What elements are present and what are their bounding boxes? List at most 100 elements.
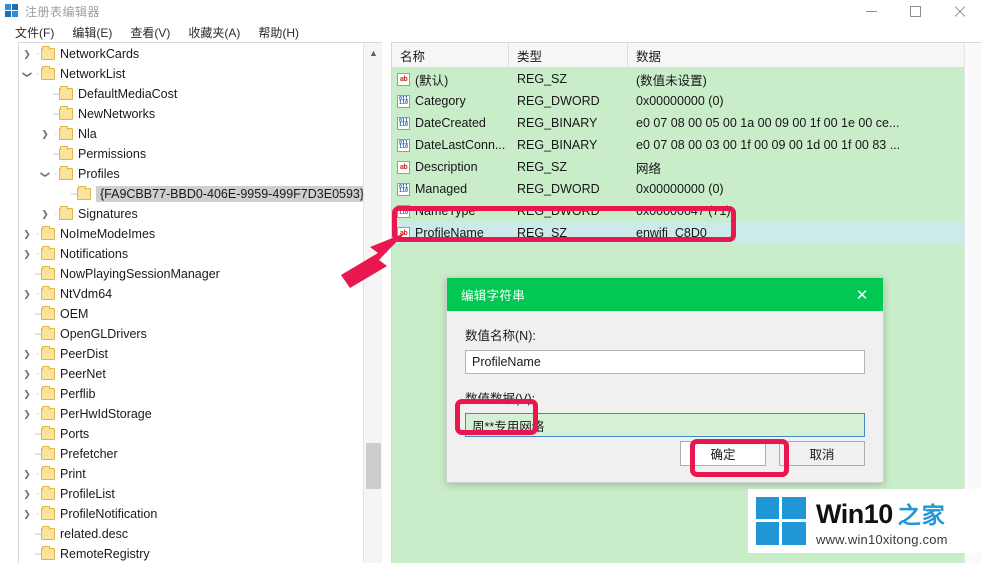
tree-item[interactable]: – NowPlayingSessionManager — [19, 264, 363, 284]
tree-item[interactable]: – Permissions — [19, 144, 363, 164]
registry-tree[interactable]: ❯ · NetworkCards ❯ · NetworkList – DefaultMedia… — [19, 43, 363, 563]
value-type-cell: REG_BINARY — [517, 116, 598, 130]
binary-value-icon: 011 110 — [397, 204, 410, 218]
chevron-up-icon[interactable]: ▲ — [364, 43, 382, 62]
chevron-right-icon[interactable]: ❯ — [19, 389, 35, 400]
menu-item-help[interactable]: 帮助(H) — [249, 22, 308, 43]
column-header-data[interactable]: 数据 — [628, 43, 981, 67]
table-row[interactable]: 011 110 DateCreated REG_BINARY e0 07 08 00 0… — [392, 112, 981, 134]
menu-item-view[interactable]: 查看(V) — [121, 22, 179, 43]
chevron-right-icon[interactable]: ❯ — [19, 49, 35, 60]
tree-item[interactable]: ❯ · PerHwIdStorage — [19, 404, 363, 424]
table-row[interactable]: 011 110 NameType REG_DWORD 0x00000047 (71) — [392, 200, 981, 222]
registry-editor-icon — [5, 4, 19, 18]
table-row[interactable]: ab (默认) REG_SZ (数值未设置) — [392, 68, 981, 90]
minimize-button[interactable] — [849, 0, 893, 22]
chevron-right-icon[interactable]: ❯ — [19, 469, 35, 480]
tree-item[interactable]: ❯ · Perflib — [19, 384, 363, 404]
values-list[interactable]: ab (默认) REG_SZ (数值未设置) 011 110 Category REG_DWO… — [392, 68, 981, 244]
chevron-right-icon[interactable]: ❯ — [37, 209, 53, 220]
folder-icon — [41, 66, 55, 80]
values-scrollbar[interactable] — [964, 43, 981, 563]
column-header-type[interactable]: 类型 — [509, 43, 628, 67]
tree-item[interactable]: ❯ · NtVdm64 — [19, 284, 363, 304]
tree-item-label: Print — [60, 466, 86, 481]
folder-icon — [41, 346, 55, 360]
chevron-right-icon[interactable]: ❯ — [19, 509, 35, 520]
tree-item-label: NewNetworks — [78, 106, 156, 121]
cancel-button[interactable]: 取消 — [779, 441, 865, 466]
tree-item-label: RemoteRegistry — [60, 546, 150, 561]
tree-item[interactable]: – {FA9CBB77-BBD0-406E-9959-499F7D3E0593} — [19, 184, 363, 204]
dialog-title: 编辑字符串 — [461, 289, 526, 303]
value-name-cell: 011 110 Managed — [392, 182, 509, 196]
tree-item[interactable]: – related.desc — [19, 524, 363, 544]
tree-item-label: NowPlayingSessionManager — [60, 266, 220, 281]
column-header-name[interactable]: 名称 — [392, 43, 509, 67]
chevron-right-icon[interactable]: ❯ — [19, 349, 35, 360]
tree-item[interactable]: – Prefetcher — [19, 444, 363, 464]
chevron-down-icon[interactable]: ❯ — [22, 66, 33, 82]
tree-item[interactable]: ❯ · Notifications — [19, 244, 363, 264]
tree-item[interactable]: ❯ · Profiles — [19, 164, 363, 184]
dialog-close-button[interactable]: ✕ — [841, 278, 883, 311]
tree-item[interactable]: ❯ · PeerNet — [19, 364, 363, 384]
tree-item[interactable]: ❯ · PeerDist — [19, 344, 363, 364]
chevron-right-icon[interactable]: ❯ — [37, 129, 53, 140]
tree-item[interactable]: – OEM — [19, 304, 363, 324]
chevron-right-icon[interactable]: ❯ — [19, 489, 35, 500]
table-row[interactable]: 011 110 DateLastConn... REG_BINARY e0 07 08 … — [392, 134, 981, 156]
tree-scrollbar-thumb[interactable] — [366, 443, 381, 489]
chevron-down-icon[interactable]: ❯ — [40, 166, 51, 182]
folder-icon — [41, 486, 55, 500]
value-name-text: (默认) — [415, 73, 449, 88]
tree-item[interactable]: – NewNetworks — [19, 104, 363, 124]
folder-icon — [41, 446, 55, 460]
tree-item[interactable]: ❯ · Signatures — [19, 204, 363, 224]
tree-item[interactable]: ❯ · ProfileNotification — [19, 504, 363, 524]
close-button[interactable] — [937, 0, 981, 22]
tree-item[interactable]: ❯ · NetworkCards — [19, 44, 363, 64]
watermark-brand: Win10 — [816, 498, 893, 529]
tree-item-label: NetworkList — [60, 66, 126, 81]
tree-item-label: PerHwIdStorage — [60, 406, 152, 421]
tree-item-label: Permissions — [78, 146, 147, 161]
chevron-right-icon[interactable]: ❯ — [19, 229, 35, 240]
tree-item[interactable]: – RemoteRegistry — [19, 544, 363, 563]
tree-scrollbar[interactable]: ▲ — [363, 43, 382, 563]
table-row[interactable]: ab Description REG_SZ 网络 — [392, 156, 981, 178]
chevron-right-icon[interactable]: ❯ — [19, 249, 35, 260]
tree-item[interactable]: ❯ · ProfileList — [19, 484, 363, 504]
value-name-text: DateCreated — [415, 116, 486, 130]
menu-item-favorites[interactable]: 收藏夹(A) — [179, 22, 249, 43]
value-data-cell: (数值未设置) — [636, 73, 707, 88]
tree-item[interactable]: ❯ · Nla — [19, 124, 363, 144]
ok-button[interactable]: 确定 — [680, 441, 766, 466]
table-row[interactable]: 011 110 Category REG_DWORD 0x00000000 (0) — [392, 90, 981, 112]
folder-icon — [41, 426, 55, 440]
tree-item-label: {FA9CBB77-BBD0-406E-9959-499F7D3E0593} — [96, 185, 363, 203]
chevron-right-icon[interactable]: ❯ — [19, 289, 35, 300]
menu-item-file[interactable]: 文件(F) — [6, 22, 63, 43]
folder-icon — [41, 306, 55, 320]
table-row[interactable]: ab ProfileName REG_SZ enwifi_C8D0 — [392, 222, 981, 244]
maximize-button[interactable] — [893, 0, 937, 22]
folder-icon — [41, 546, 55, 560]
tree-item[interactable]: – Ports — [19, 424, 363, 444]
tree-item[interactable]: – DefaultMediaCost — [19, 84, 363, 104]
tree-item[interactable]: – OpenGLDrivers — [19, 324, 363, 344]
value-name-input[interactable]: ProfileName — [465, 350, 865, 374]
value-data-cell: 0x00000000 (0) — [636, 182, 724, 196]
chevron-right-icon[interactable]: ❯ — [19, 409, 35, 420]
value-data-label: 数值数据(V): — [465, 392, 536, 406]
tree-item[interactable]: ❯ · Print — [19, 464, 363, 484]
tree-item[interactable]: ❯ · NetworkList — [19, 64, 363, 84]
value-data-input[interactable]: 周**专用网络 — [465, 413, 865, 437]
window-title: 注册表编辑器 — [25, 4, 101, 19]
menu-item-edit[interactable]: 编辑(E) — [63, 22, 121, 43]
value-type-cell: REG_SZ — [517, 160, 568, 174]
tree-item[interactable]: ❯ · NoImeModeImes — [19, 224, 363, 244]
folder-icon — [41, 386, 55, 400]
table-row[interactable]: 011 110 Managed REG_DWORD 0x00000000 (0) — [392, 178, 981, 200]
chevron-right-icon[interactable]: ❯ — [19, 369, 35, 380]
